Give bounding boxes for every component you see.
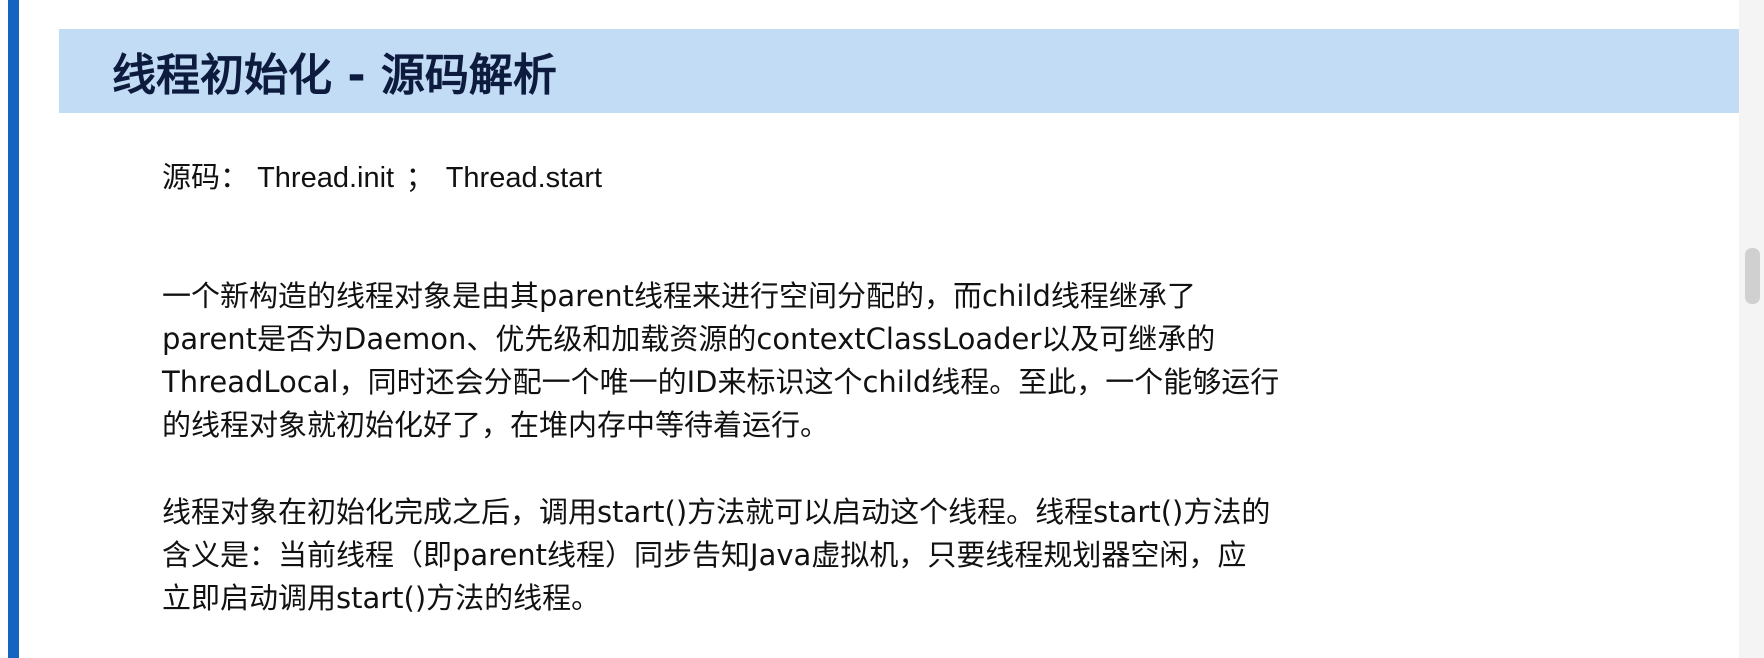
source-item-thread-start: Thread.start xyxy=(445,162,603,194)
paragraph-line: 含义是：当前线程（即parent线程）同步告知Java虚拟机，只要线程规划器空闲… xyxy=(162,538,1247,572)
source-separator: ； xyxy=(405,162,435,194)
paragraph-line: ThreadLocal，同时还会分配一个唯一的ID来标识这个child线程。至此… xyxy=(162,365,1280,399)
scrollbar-thumb[interactable] xyxy=(1745,248,1760,304)
paragraph-thread-init: 一个新构造的线程对象是由其parent线程来进行空间分配的，而child线程继承… xyxy=(162,275,1522,447)
paragraph-line: 线程对象在初始化完成之后，调用start()方法就可以启动这个线程。线程star… xyxy=(162,495,1271,529)
source-line: 源码： Thread.init ； Thread.start xyxy=(162,156,602,200)
source-label: 源码： xyxy=(162,162,250,194)
vertical-scrollbar[interactable] xyxy=(1739,0,1764,658)
paragraph-line: 一个新构造的线程对象是由其parent线程来进行空间分配的，而child线程继承… xyxy=(162,279,1196,313)
source-item-thread-init: Thread.init xyxy=(257,162,395,194)
slide-title: 线程初始化 - 源码解析 xyxy=(112,50,557,101)
paragraph-line: 的线程对象就初始化好了，在堆内存中等待着运行。 xyxy=(162,408,830,442)
slide-canvas: 线程初始化 - 源码解析 源码： Thread.init ； Thread.st… xyxy=(19,0,1739,658)
slide-accent-bar xyxy=(8,0,19,658)
paragraph-line: parent是否为Daemon、优先级和加载资源的contextClassLoa… xyxy=(162,322,1216,356)
paragraph-line: 立即启动调用start()方法的线程。 xyxy=(162,581,601,615)
paragraph-thread-start: 线程对象在初始化完成之后，调用start()方法就可以启动这个线程。线程star… xyxy=(162,491,1522,620)
